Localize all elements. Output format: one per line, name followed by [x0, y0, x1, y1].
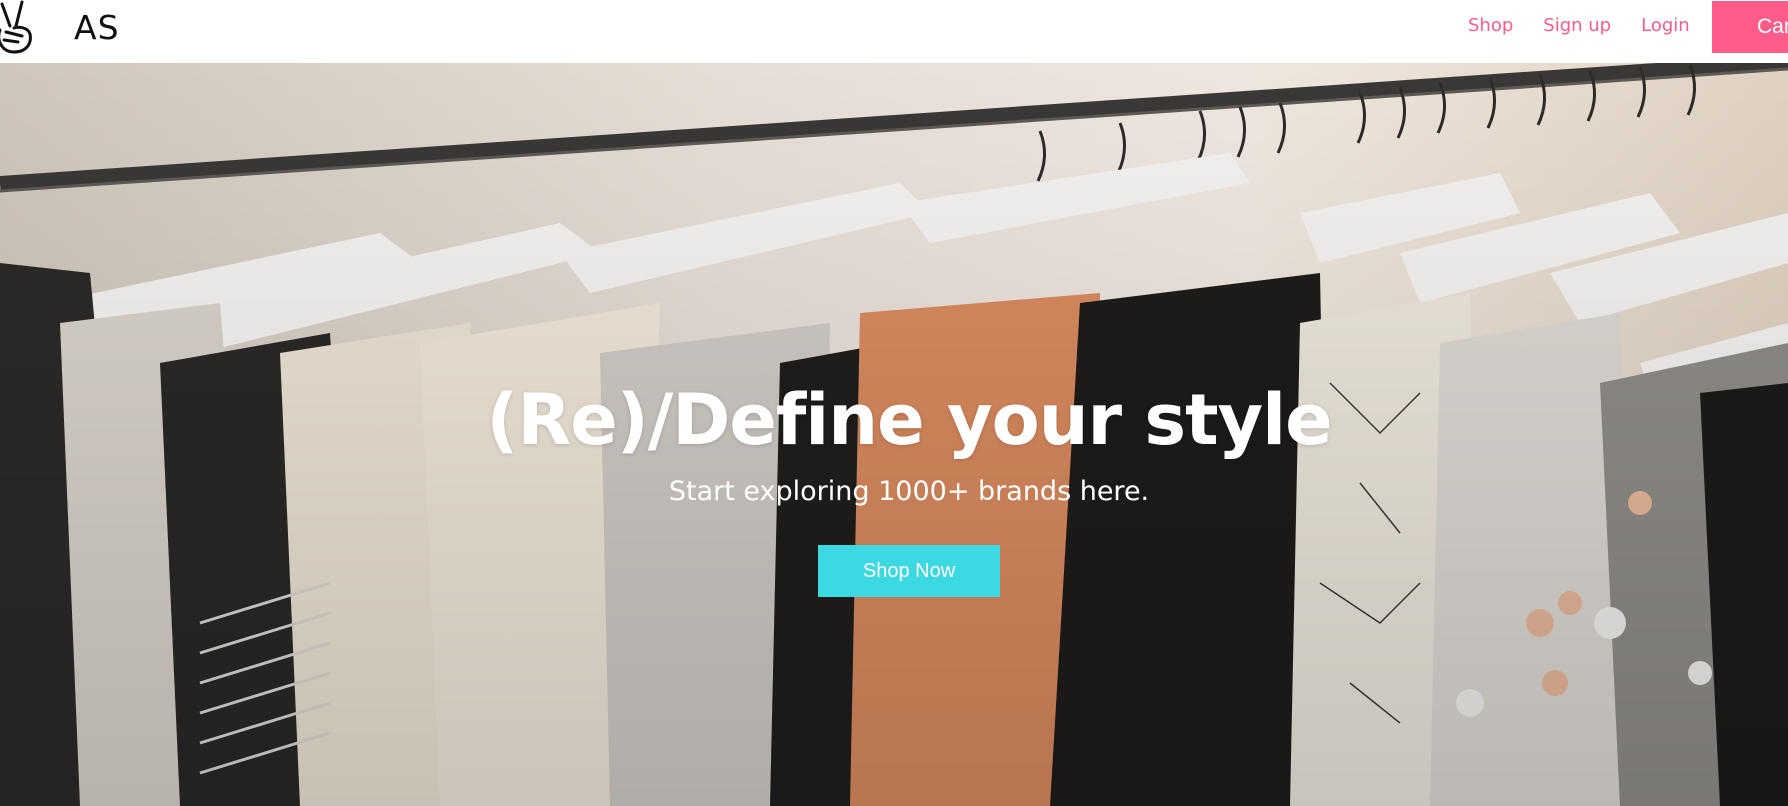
nav-link-signup[interactable]: Sign up [1543, 14, 1611, 38]
shop-now-button[interactable]: Shop Now [818, 545, 1000, 597]
brand-name[interactable]: AS [74, 8, 120, 47]
page: AS Shop Sign up Login Car (Re)/Define yo… [0, 0, 1788, 806]
cart-button[interactable]: Car [1712, 1, 1788, 53]
hero-section: (Re)/Define your style Start exploring 1… [0, 63, 1788, 806]
hero-title: (Re)/Define your style [486, 379, 1332, 461]
navbar: AS Shop Sign up Login Car [0, 0, 1788, 63]
nav-link-shop[interactable]: Shop [1468, 14, 1513, 38]
nav-links: Shop Sign up Login [1468, 14, 1720, 38]
nav-link-login[interactable]: Login [1641, 14, 1690, 38]
hero-subtitle: Start exploring 1000+ brands here. [668, 476, 1150, 507]
peace-hand-icon[interactable] [0, 0, 40, 60]
